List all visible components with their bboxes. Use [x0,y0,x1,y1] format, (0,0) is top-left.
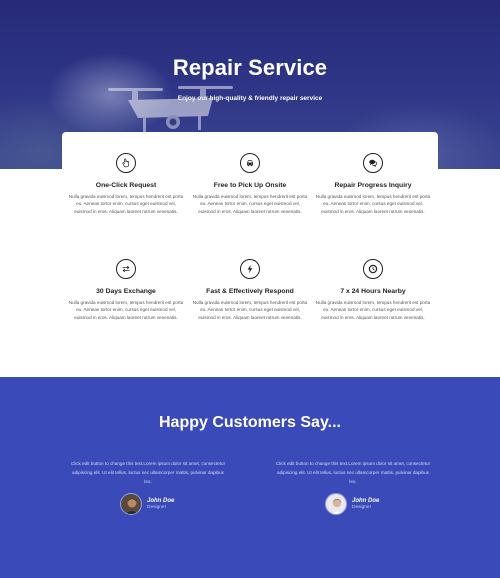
feature-title: 7 x 24 Hours Nearby [340,288,406,295]
hero-title: Repair Service [172,55,328,80]
avatar [120,493,142,515]
author-role: Designer [352,505,372,510]
feature-24-hours-nearby: 7 x 24 Hours Nearby Nulla gravida euismo… [314,259,432,321]
feature-repair-progress: Repair Progress Inquiry Nulla gravida eu… [314,153,432,215]
avatar [325,493,347,515]
clock-icon [363,259,383,279]
author-role: Designer [147,505,167,510]
feature-title: One-Click Request [95,182,157,189]
author-name: John Doe [352,498,380,504]
feature-free-pickup: Free to Pick Up Onsite Nulla gravida eui… [191,153,309,215]
feature-description: Nulla gravida euismod lorem, tempus hend… [68,300,184,320]
feature-description: Nulla gravida euismod lorem, tempus hend… [315,194,431,214]
feature-title: 30 Days Exchange [96,288,156,295]
feature-description: Nulla gravida euismod lorem, tempus hend… [315,300,431,320]
feature-title: Fast & Effectively Respond [206,288,294,295]
feature-title: Repair Progress Inquiry [334,182,412,189]
testimonials-section: Happy Customers Say... Click edit button… [0,377,500,578]
features-card: One-Click Request Nulla gravida euismod … [62,132,438,362]
feature-one-click-request: One-Click Request Nulla gravida euismod … [67,153,185,215]
feature-description: Nulla gravida euismod lorem, tempus hend… [192,194,308,214]
feature-title: Free to Pick Up Onsite [213,182,287,189]
feature-fast-respond: Fast & Effectively Respond Nulla gravida… [191,259,309,321]
feature-30-days-exchange: 30 Days Exchange Nulla gravida euismod l… [67,259,185,321]
testimonial-quote: Click edit button to change this text.Lo… [275,461,431,484]
exchange-arrows-icon [116,259,136,279]
testimonial-author: John Doe Designer [120,493,174,515]
testimonials-title: Happy Customers Say... [159,414,341,431]
feature-description: Nulla gravida euismod lorem, tempus hend… [68,194,184,214]
testimonial-author: John Doe Designer [325,493,379,515]
chat-bubbles-icon [363,153,383,173]
author-name: John Doe [147,498,175,504]
testimonial-quote: Click edit button to change this text.Lo… [70,461,226,484]
feature-description: Nulla gravida euismod lorem, tempus hend… [192,300,308,320]
hand-pointer-icon [116,153,136,173]
lightning-bolt-icon [240,259,260,279]
hero-subtitle: Enjoy our high-quality & friendly repair… [177,95,323,102]
drone-background-image [108,86,233,132]
car-icon [240,153,260,173]
